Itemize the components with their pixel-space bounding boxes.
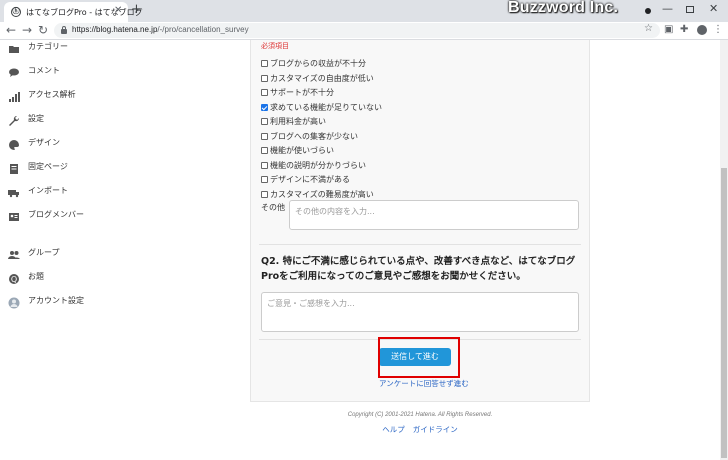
minimize-icon[interactable]: — [662,2,673,15]
sidebar-item-label: インポート [28,186,68,195]
back-icon[interactable]: ← [6,23,16,37]
group-icon [8,246,20,259]
sidebar-item-topics[interactable]: Q お題 [8,270,158,288]
sidebar-item-import[interactable]: インポート [8,184,158,202]
option-label: サポートが不十分 [270,88,334,97]
sidebar-item-label: ブログメンバー [28,210,84,219]
checkbox[interactable] [261,161,268,169]
checkbox[interactable] [261,190,268,198]
scrollbar-thumb[interactable] [721,168,727,458]
profile-indicator-icon [645,8,651,14]
question-2-title: Q2. 特にご不満に感じられている点や、改善すべき点など、はてなブログProをご… [261,256,576,282]
sidebar-item-category[interactable]: カテゴリー [8,40,158,58]
new-tab-icon[interactable]: + [131,3,142,17]
option-label: カスタマイズの自由度が低い [270,73,374,83]
sidebar-item-group[interactable]: グループ [8,246,158,264]
skip-survey-link[interactable]: アンケートに回答せず進む [379,378,469,389]
hatena-favicon-icon: ⓗ [11,7,21,17]
option-label: 機能の説明が分かりづらい [270,160,366,170]
checkbox[interactable] [261,176,268,183]
option-label: ブログへの集客が少ない [270,131,358,141]
checkbox[interactable] [261,118,268,125]
comment-icon [8,64,20,77]
sidebar-item-analytics[interactable]: アクセス解析 [8,88,158,106]
divider [259,244,581,245]
reload-icon[interactable]: ↻ [38,23,48,37]
maximize-icon[interactable] [686,6,694,13]
account-icon [8,294,20,309]
option-label: 機能が使いづらい [270,146,334,155]
other-label: その他 [261,203,285,212]
sidebar-item-members[interactable]: ブログメンバー [8,208,158,226]
sidebar-item-design[interactable]: デザイン [8,136,158,154]
sidebar-item-account[interactable]: アカウント設定 [8,294,158,312]
topic-icon: Q [8,270,20,284]
sidebar-item-comment[interactable]: コメント [8,64,158,82]
required-label: 必須項目 [261,42,289,50]
sidebar-item-label: デザイン [28,138,60,147]
checkbox[interactable] [261,147,268,154]
checkbox[interactable] [261,132,268,140]
tab-close-icon[interactable]: ✕ [114,5,122,16]
folder-icon [8,40,20,53]
help-link[interactable]: ヘルプ [382,425,405,434]
option-label: 利用料金が高い [270,117,326,126]
checkbox[interactable] [261,74,268,82]
tab-title: はてなブログPro - はてなブログ [26,8,143,17]
checkbox[interactable] [261,60,268,67]
option-label: カスタマイズの難易度が高い [270,189,374,199]
watermark: Buzzword Inc. [508,0,619,16]
truck-icon [8,184,20,198]
sidebar-item-label: アカウント設定 [28,296,84,305]
lock-icon [61,26,67,34]
highlight-box [378,337,460,378]
page-icon [8,160,20,174]
id-card-icon [8,208,20,221]
address-bar[interactable]: https://blog.hatena.ne.jp/-/pro/cancella… [54,23,660,38]
tab-bar: ⓗ はてなブログPro - はてなブログ ✕ + Buzzword Inc. —… [0,0,728,22]
puzzle-icon[interactable]: ✚ [680,24,688,36]
window-close-icon[interactable]: ✕ [709,2,718,15]
page-content: カテゴリー コメント アクセス解析 設定 デザイン 固定ページ インポート ブロ… [0,40,720,460]
forward-icon[interactable]: → [22,23,32,37]
checkbox-checked[interactable] [261,103,268,111]
sidebar-item-label: コメント [28,66,60,75]
option-label: 求めている機能が足りていない [270,102,382,112]
other-input[interactable]: その他の内容を入力... [289,200,579,230]
menu-kebab-icon[interactable]: ⋮ [713,24,723,36]
guideline-link[interactable]: ガイドライン [413,425,458,434]
footer-links: ヘルプ ガイドライン [250,424,590,435]
bar-chart-icon [8,88,20,102]
sidebar-item-settings[interactable]: 設定 [8,112,158,130]
sidebar-item-label: グループ [28,248,60,257]
wrench-icon [8,112,20,126]
feedback-textarea[interactable]: ご意見・ご感想を入力... [261,292,579,332]
scrollbar[interactable] [720,40,728,460]
copyright: Copyright (C) 2001-2021 Hatena. All Righ… [347,412,493,418]
profile-avatar-icon[interactable] [697,25,707,35]
other-placeholder: その他の内容を入力... [295,207,375,216]
sidebar-item-label: カテゴリー [28,42,68,51]
svg-text:Q: Q [11,275,17,284]
sidebar-item-label: お題 [28,272,44,281]
option-label: デザインに不満がある [270,175,350,184]
palette-icon [8,136,20,150]
sidebar-item-label: 設定 [28,114,44,123]
sidebar-item-label: アクセス解析 [28,90,76,99]
option-label: ブログからの収益が不十分 [270,59,366,68]
browser-tab[interactable]: ⓗ はてなブログPro - はてなブログ ✕ [4,2,143,22]
feedback-placeholder: ご意見・ご感想を入力... [267,299,355,308]
sidebar-item-label: 固定ページ [28,162,68,171]
browser-toolbar: ← → ↻ https://blog.hatena.ne.jp/-/pro/ca… [0,22,728,40]
extension-icon[interactable]: ▣ [664,24,673,36]
url-text: https://blog.hatena.ne.jp/-/pro/cancella… [72,25,249,34]
sidebar-item-static-pages[interactable]: 固定ページ [8,160,158,178]
checkbox[interactable] [261,89,268,96]
bookmark-star-icon[interactable]: ☆ [644,23,653,34]
